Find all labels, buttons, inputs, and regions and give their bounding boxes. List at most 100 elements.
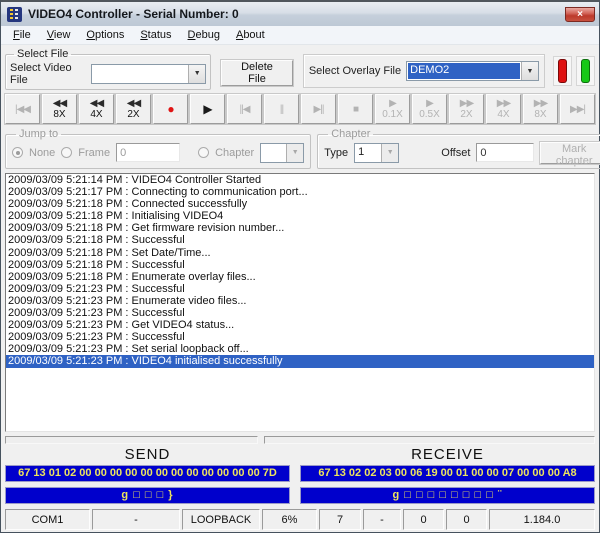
status-cell-4: 7 — [319, 509, 361, 530]
overlay-file-combobox[interactable]: DEMO2 ▼ — [406, 61, 539, 81]
forward-4x-icon: ▶▶ — [497, 98, 510, 109]
menu-file[interactable]: File — [5, 27, 39, 43]
rewind-2x-button[interactable]: ◀◀2X — [116, 94, 151, 124]
log-row[interactable]: 2009/03/09 5:21:14 PM : VIDEO4 Controlle… — [6, 174, 594, 186]
log-row[interactable]: 2009/03/09 5:21:23 PM : Get VIDEO4 statu… — [6, 319, 594, 331]
send-hex-display: 67 13 01 02 00 00 00 00 00 00 00 00 00 0… — [5, 465, 290, 482]
log-row[interactable]: 2009/03/09 5:21:23 PM : Set serial loopb… — [6, 343, 594, 355]
title-bar[interactable]: VIDEO4 Controller - Serial Number: 0 × — [1, 2, 599, 26]
menu-debug[interactable]: Debug — [180, 27, 228, 43]
jump-chapter-combobox: ▼ — [260, 143, 304, 163]
step-back-button: ||◀ — [227, 94, 262, 124]
chevron-down-icon: ▼ — [286, 144, 303, 162]
log-row[interactable]: 2009/03/09 5:21:23 PM : Successful — [6, 307, 594, 319]
chapter-type-combobox: 1 ▼ — [354, 143, 399, 163]
red-led — [558, 59, 567, 83]
skip-start-icon: |◀◀ — [15, 104, 30, 115]
forward-2x-button: ▶▶2X — [449, 94, 484, 124]
select-file-group-title: Select File — [14, 48, 71, 60]
record-button[interactable]: ● — [153, 94, 188, 124]
log-row[interactable]: 2009/03/09 5:21:17 PM : Connecting to co… — [6, 186, 594, 198]
rewind-8x-button[interactable]: ◀◀8X — [42, 94, 77, 124]
rewind-2x-label: 2X — [127, 109, 139, 120]
green-led-frame — [576, 56, 595, 86]
log-row[interactable]: 2009/03/09 5:21:18 PM : Connected succes… — [6, 198, 594, 210]
forward-2x-icon: ▶▶ — [460, 98, 473, 109]
overlay-file-value: DEMO2 — [408, 63, 520, 79]
record-icon: ● — [167, 104, 173, 115]
video-file-combobox[interactable]: ▼ — [91, 64, 206, 84]
send-ascii-display: g □ □ □ } — [5, 487, 290, 504]
app-icon — [7, 7, 22, 22]
jump-chapter-row: Jump to None Frame Chapter ▼ Chapter Typ… — [5, 128, 595, 169]
stop-button: ■ — [338, 94, 373, 124]
status-cell-5: - — [363, 509, 401, 530]
chevron-down-icon[interactable]: ▼ — [188, 65, 205, 83]
forward-8x-label: 8X — [534, 109, 546, 120]
jump-frame-radio — [61, 147, 72, 158]
progress-separators — [5, 436, 595, 444]
log-row[interactable]: 2009/03/09 5:21:23 PM : VIDEO4 initialis… — [6, 355, 594, 367]
mark-chapter-button: Mark chapter — [540, 142, 600, 164]
step-back-icon: ||◀ — [240, 104, 250, 115]
rewind-8x-label: 8X — [53, 109, 65, 120]
status-cell-8: 1.184.0 — [489, 509, 595, 530]
menu-about[interactable]: About — [228, 27, 273, 43]
receive-hex-display: 67 13 02 02 03 00 06 19 00 01 00 00 07 0… — [300, 465, 595, 482]
led-indicators — [553, 56, 595, 86]
send-progress-bar — [5, 436, 258, 444]
log-row[interactable]: 2009/03/09 5:21:18 PM : Enumerate overla… — [6, 271, 594, 283]
forward-05x-button: ▶0.5X — [412, 94, 447, 124]
forward-8x-icon: ▶▶ — [534, 98, 547, 109]
rewind-4x-icon: ◀◀ — [90, 98, 103, 109]
rewind-2x-icon: ◀◀ — [127, 98, 140, 109]
menu-bar: FileViewOptionsStatusDebugAbout — [1, 26, 599, 45]
forward-2x-label: 2X — [460, 109, 472, 120]
close-button[interactable]: × — [565, 7, 595, 22]
green-led — [581, 59, 590, 83]
select-file-group: Select File Select Video File ▼ — [5, 48, 211, 90]
log-row[interactable]: 2009/03/09 5:21:18 PM : Initialising VID… — [6, 210, 594, 222]
chevron-down-icon[interactable]: ▼ — [521, 62, 538, 80]
jump-none-label: None — [29, 147, 55, 159]
stop-icon: ■ — [353, 104, 358, 115]
transport-controls: |◀◀◀◀8X◀◀4X◀◀2X●▶||◀||▶||■▶0.1X▶0.5X▶▶2X… — [5, 94, 595, 124]
pause-icon: || — [280, 104, 283, 115]
skip-end-button: ▶▶| — [560, 94, 595, 124]
log-row[interactable]: 2009/03/09 5:21:23 PM : Successful — [6, 283, 594, 295]
rewind-4x-button[interactable]: ◀◀4X — [79, 94, 114, 124]
play-button[interactable]: ▶ — [190, 94, 225, 124]
jump-chapter-label: Chapter — [215, 147, 254, 159]
chapter-group: Chapter Type 1 ▼ Offset Mark chapter — [317, 128, 600, 169]
receive-header: RECEIVE — [300, 446, 595, 464]
jump-frame-label: Frame — [78, 147, 110, 159]
log-row[interactable]: 2009/03/09 5:21:18 PM : Set Date/Time... — [6, 247, 594, 259]
jump-to-group-title: Jump to — [16, 128, 61, 140]
log-row[interactable]: 2009/03/09 5:21:18 PM : Successful — [6, 259, 594, 271]
menu-status[interactable]: Status — [132, 27, 179, 43]
jump-to-group: Jump to None Frame Chapter ▼ — [5, 128, 311, 169]
window-title: VIDEO4 Controller - Serial Number: 0 — [28, 7, 565, 21]
rewind-8x-icon: ◀◀ — [53, 98, 66, 109]
event-log-list[interactable]: 2009/03/09 5:21:14 PM : VIDEO4 Controlle… — [5, 173, 595, 432]
log-row[interactable]: 2009/03/09 5:21:23 PM : Enumerate video … — [6, 295, 594, 307]
menu-view[interactable]: View — [39, 27, 79, 43]
receive-ascii-display: g □ □ □ □ □ □ □ □ ¨ — [300, 487, 595, 504]
send-header: SEND — [5, 446, 290, 464]
log-row[interactable]: 2009/03/09 5:21:18 PM : Successful — [6, 234, 594, 246]
skip-start-button: |◀◀ — [5, 94, 40, 124]
log-row[interactable]: 2009/03/09 5:21:23 PM : Successful — [6, 331, 594, 343]
forward-8x-button: ▶▶8X — [523, 94, 558, 124]
forward-01x-button: ▶0.1X — [375, 94, 410, 124]
log-row[interactable]: 2009/03/09 5:21:18 PM : Get firmware rev… — [6, 222, 594, 234]
chapter-offset-input — [476, 143, 534, 162]
menu-options[interactable]: Options — [78, 27, 132, 43]
red-led-frame — [553, 56, 572, 86]
forward-01x-label: 0.1X — [382, 109, 403, 120]
chapter-group-title: Chapter — [328, 128, 373, 140]
delete-file-button[interactable]: Delete File — [221, 60, 293, 86]
status-cell-3: 6% — [262, 509, 317, 530]
select-overlay-file-label: Select Overlay File — [309, 65, 401, 77]
forward-4x-button: ▶▶4X — [486, 94, 521, 124]
chapter-offset-label: Offset — [441, 147, 470, 159]
